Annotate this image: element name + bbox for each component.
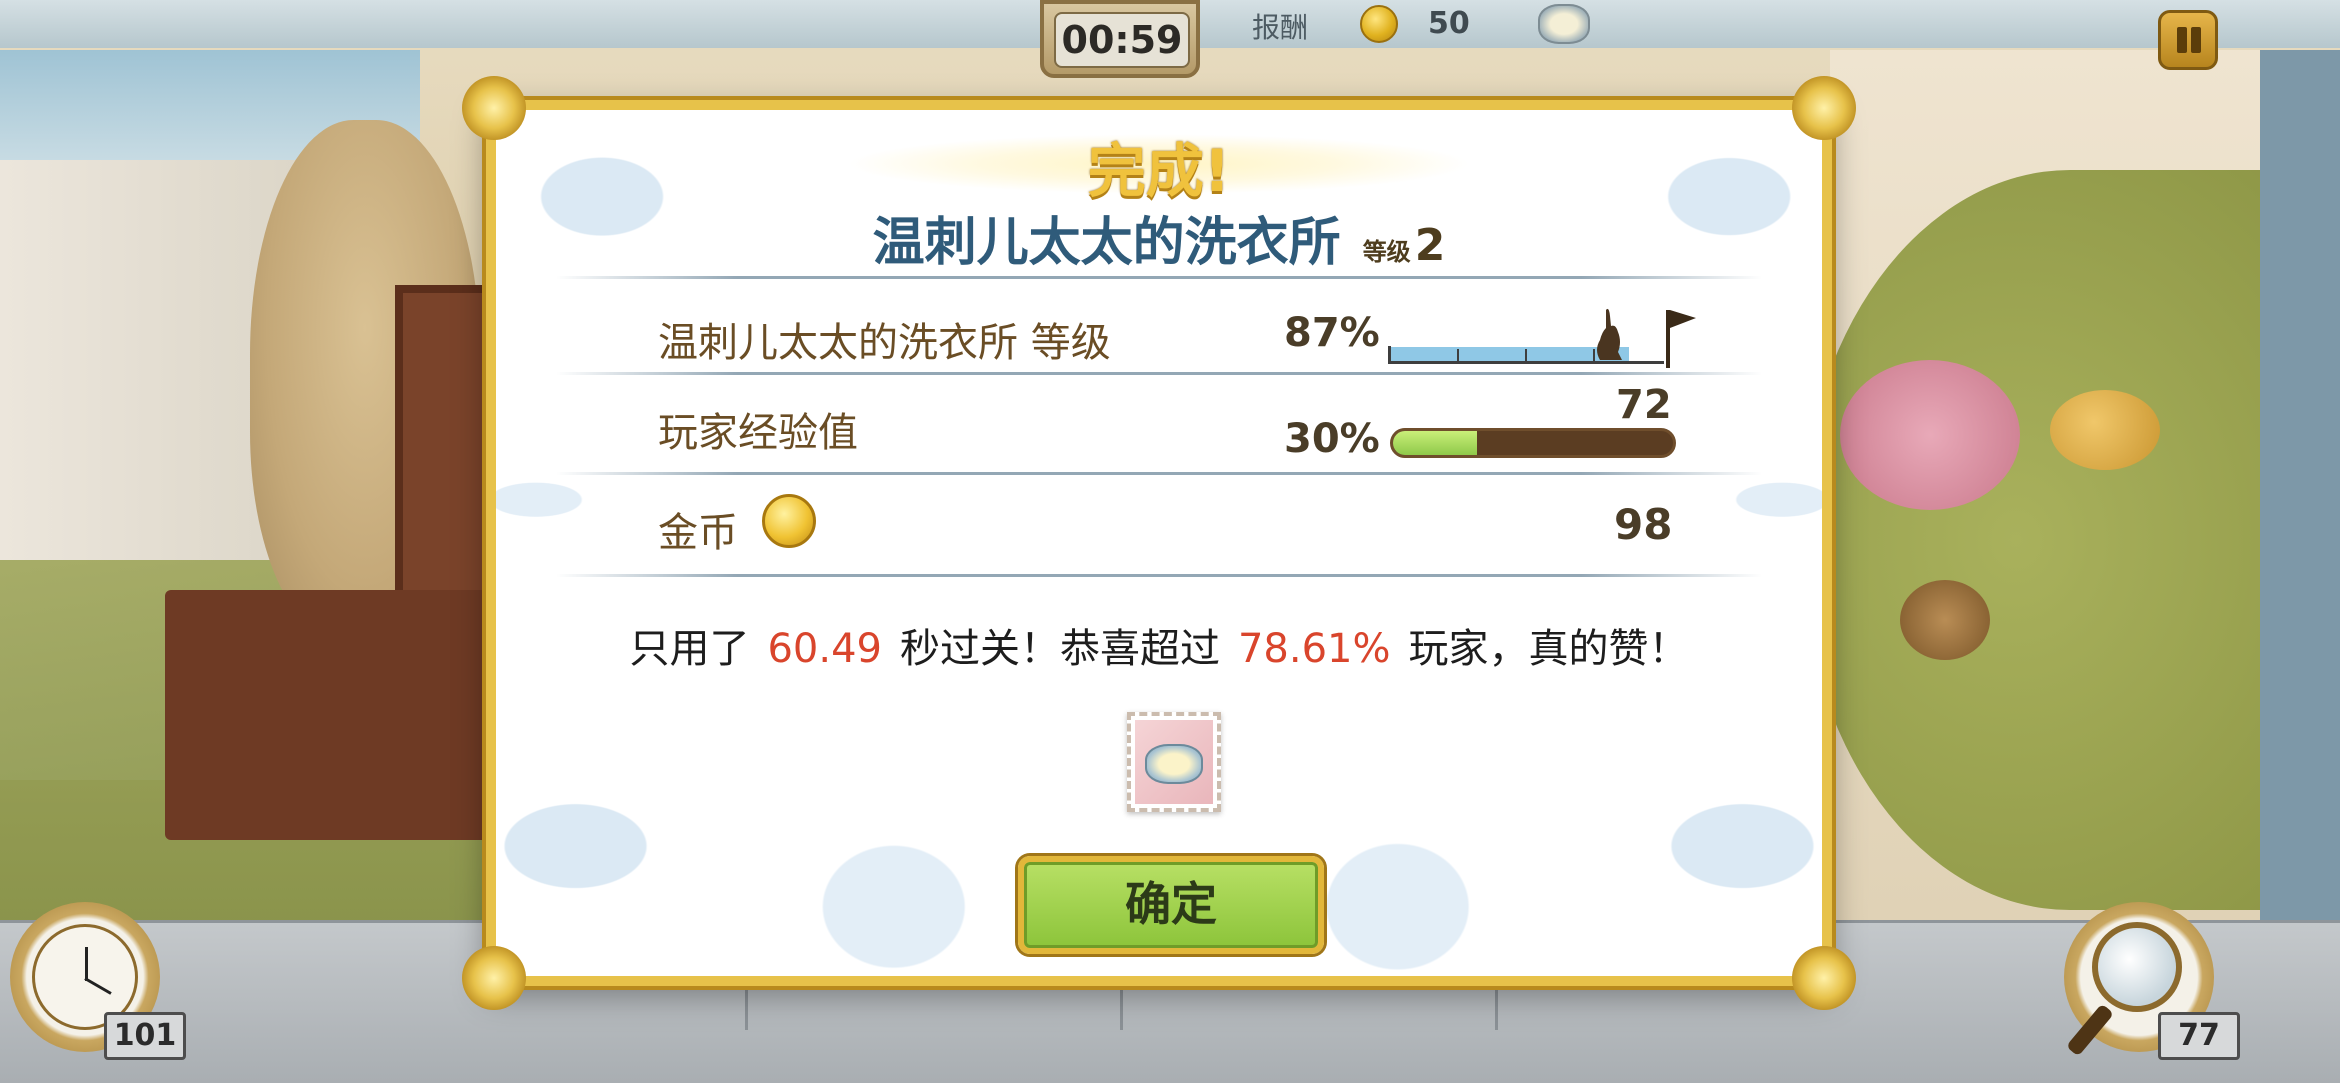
result-suffix: 玩家，真的赞！ (1408, 626, 1689, 672)
timer-frame: 00:59 (1040, 0, 1200, 78)
completion-dialog: 完成! 温刺儿太太的洗衣所 等级2 温刺儿太太的洗衣所 等级 87% 玩家经验值 … (462, 76, 1856, 1010)
rabbit-icon (1597, 308, 1622, 360)
player-xp-progress (1390, 428, 1676, 458)
confirm-button[interactable]: 确定 (1018, 856, 1324, 954)
scene-hill (1800, 170, 2340, 910)
pause-button[interactable] (2158, 10, 2218, 70)
scene-chair (165, 590, 505, 840)
scene-acorn (1900, 580, 1990, 660)
reward-label: 报酬 (1252, 11, 1309, 44)
progress-tick (1525, 349, 1527, 361)
divider (556, 372, 1762, 375)
magnifier-count: 77 (2158, 1012, 2240, 1060)
gold-label: 金币 (658, 510, 738, 556)
scene-side-panel (2260, 50, 2340, 920)
coin-icon (1360, 5, 1398, 43)
player-xp-label: 玩家经验值 (658, 410, 858, 456)
coin-icon (762, 494, 816, 548)
pause-icon (2177, 27, 2187, 53)
divider (556, 574, 1762, 577)
timer: 00:59 (1054, 12, 1190, 68)
level-number: 2 (1414, 220, 1446, 271)
location-level-percent: 87% (1284, 310, 1380, 356)
level-heading: 温刺儿太太的洗衣所 等级2 (496, 200, 1822, 275)
scene-flower-basket (1840, 360, 2020, 510)
soap-icon (1145, 744, 1203, 784)
level-label: 等级 (1362, 238, 1411, 266)
divider (556, 472, 1762, 475)
result-middle: 秒过关！恭喜超过 (899, 626, 1220, 672)
player-xp-fill (1393, 431, 1477, 455)
scene-potato (2050, 390, 2160, 470)
player-xp-percent: 30% (1284, 416, 1380, 462)
reward-value: 50 (1428, 6, 1470, 41)
progress-tick (1457, 349, 1459, 361)
player-xp-value: 72 (1616, 382, 1672, 428)
divider (556, 276, 1762, 279)
result-prefix: 只用了 (629, 626, 750, 672)
reward-item-card (1127, 712, 1221, 812)
location-level-label: 温刺儿太太的洗衣所 等级 (658, 320, 1111, 366)
result-message: 只用了 60.49 秒过关！恭喜超过 78.61% 玩家，真的赞！ (496, 616, 1822, 674)
result-percent: 78.61% (1237, 626, 1391, 672)
soap-icon (1538, 4, 1590, 44)
gold-value: 98 (1614, 500, 1673, 549)
corner-ornament (462, 946, 526, 1010)
dialog-title: 完成! (1087, 137, 1231, 205)
flag-icon (1666, 310, 1696, 368)
level-name: 温刺儿太太的洗衣所 (872, 213, 1341, 273)
magnifier-icon (2092, 922, 2182, 1012)
pause-icon (2191, 27, 2201, 53)
corner-ornament (1792, 946, 1856, 1010)
clock-count: 101 (104, 1012, 186, 1060)
result-time: 60.49 (767, 626, 882, 672)
